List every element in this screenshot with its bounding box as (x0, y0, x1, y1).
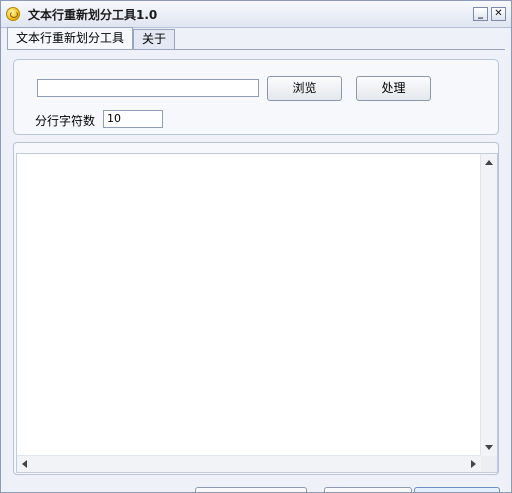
scroll-down-icon[interactable] (485, 445, 493, 450)
file-path-input[interactable] (37, 79, 259, 97)
horizontal-scrollbar[interactable] (17, 455, 481, 472)
bottom-button-1[interactable] (195, 487, 307, 492)
scroll-right-icon[interactable] (471, 460, 476, 468)
settings-group: 浏览 处理 分行字符数 10 (13, 59, 499, 135)
tab-about[interactable]: 关于 (133, 29, 176, 49)
minimize-button[interactable]: _ (473, 7, 488, 21)
scroll-up-icon[interactable] (485, 160, 493, 165)
tab-line-tool[interactable]: 文本行重新划分工具 (7, 27, 134, 50)
output-textarea[interactable] (16, 153, 498, 473)
output-group (13, 142, 499, 475)
tab-strip: 文本行重新划分工具 关于 (7, 27, 507, 50)
browse-button[interactable]: 浏览 (267, 76, 342, 101)
scroll-left-icon[interactable] (22, 460, 27, 468)
title-bar: 文本行重新划分工具1.0 _ ✕ (1, 1, 511, 28)
chars-per-line-input[interactable]: 10 (103, 110, 163, 128)
close-icon: ✕ (494, 8, 503, 19)
bottom-button-2[interactable] (324, 487, 412, 492)
minimize-icon: _ (478, 8, 483, 19)
tab-panel: 浏览 处理 分行字符数 10 (7, 49, 505, 492)
process-button[interactable]: 处理 (356, 76, 431, 101)
vertical-scrollbar[interactable] (480, 154, 497, 456)
bottom-button-3[interactable] (414, 487, 500, 492)
window-title: 文本行重新划分工具1.0 (28, 8, 158, 22)
app-icon (6, 7, 20, 21)
scrollbar-corner (481, 456, 497, 472)
main-window: 文本行重新划分工具1.0 _ ✕ 文本行重新划分工具 关于 浏览 处理 分行字符… (0, 0, 512, 493)
chars-per-line-label: 分行字符数 (35, 114, 96, 128)
close-button[interactable]: ✕ (491, 7, 506, 21)
